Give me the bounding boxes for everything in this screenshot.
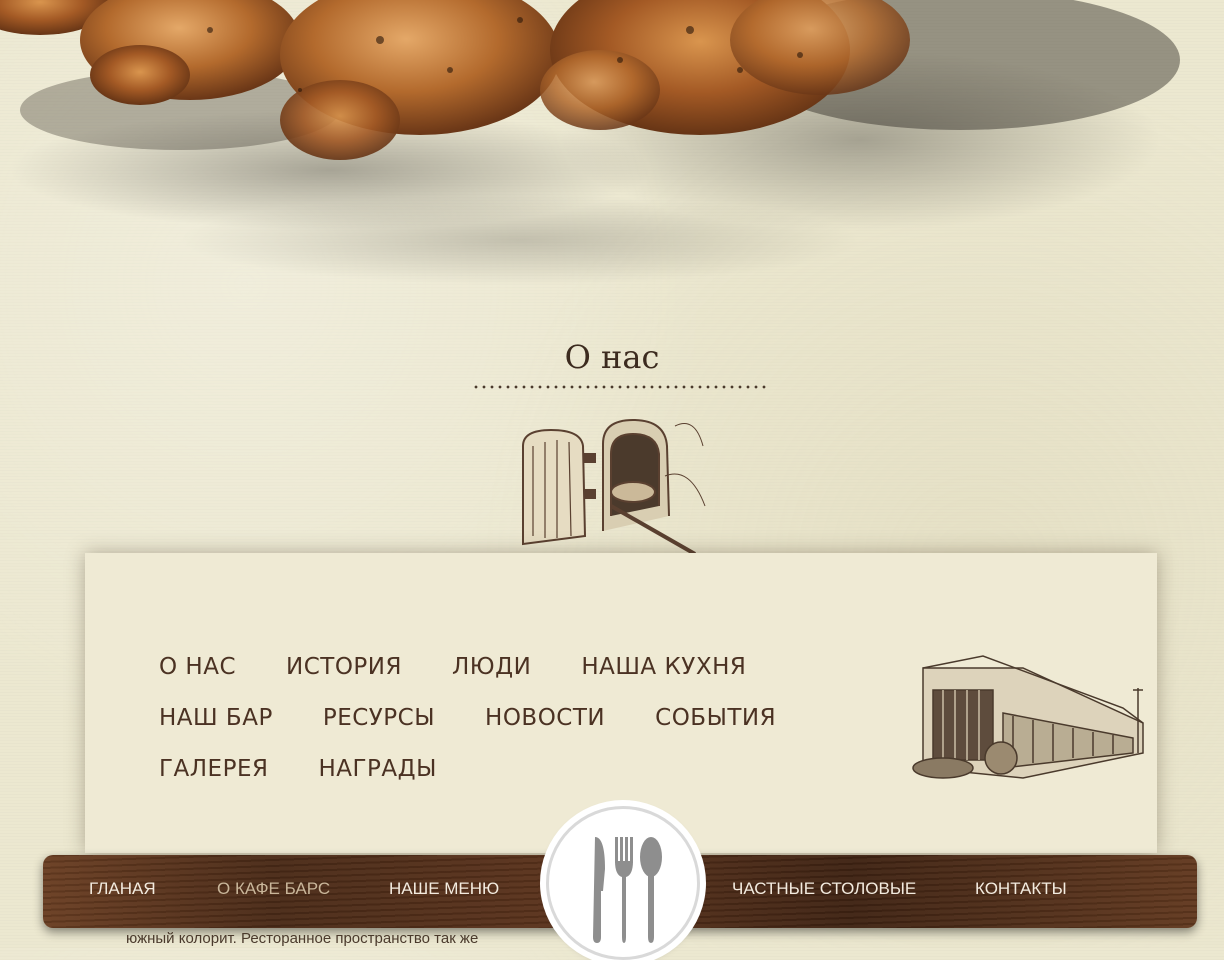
nav-item-about-cafe[interactable]: О КАФЕ БАРС: [217, 879, 330, 899]
submenu-row: ГАЛЕРЕЯ НАГРАДЫ: [159, 743, 859, 794]
submenu-link-bar[interactable]: НАШ БАР: [159, 705, 273, 731]
submenu-link-news[interactable]: НОВОСТИ: [485, 705, 605, 731]
hero-food-image: [0, 0, 1224, 330]
restaurant-building-illustration: [893, 628, 1153, 788]
submenu-row: НАШ БАР РЕСУРСЫ НОВОСТИ СОБЫТИЯ: [159, 692, 859, 743]
nav-item-menu[interactable]: НАШЕ МЕНЮ: [389, 879, 499, 899]
submenu-list: О НАС ИСТОРИЯ ЛЮДИ НАША КУХНЯ НАШ БАР РЕ…: [159, 641, 859, 794]
submenu-link-awards[interactable]: НАГРАДЫ: [318, 756, 436, 782]
submenu-link-people[interactable]: ЛЮДИ: [452, 654, 531, 680]
submenu-link-kitchen[interactable]: НАША КУХНЯ: [581, 654, 746, 680]
submenu-link-resources[interactable]: РЕСУРСЫ: [323, 705, 435, 731]
submenu-link-events[interactable]: СОБЫТИЯ: [655, 705, 776, 731]
cutlery-icon: [593, 837, 662, 943]
nav-item-home[interactable]: ГЛАНАЯ: [89, 879, 156, 899]
page-title: О нас: [564, 338, 660, 376]
title-divider: [472, 384, 768, 390]
submenu-link-gallery[interactable]: ГАЛЕРЕЯ: [159, 756, 268, 782]
oven-illustration: [515, 406, 715, 556]
intro-text-fragment: южный колорит. Ресторанное пространство …: [126, 930, 479, 947]
submenu-link-about[interactable]: О НАС: [159, 654, 236, 680]
submenu-link-history[interactable]: ИСТОРИЯ: [286, 654, 402, 680]
submenu-row: О НАС ИСТОРИЯ ЛЮДИ НАША КУХНЯ: [159, 641, 859, 692]
logo-home-link[interactable]: [546, 806, 700, 960]
nav-item-contacts[interactable]: КОНТАКТЫ: [975, 879, 1067, 899]
nav-item-private-dining[interactable]: ЧАСТНЫЕ СТОЛОВЫЕ: [732, 879, 916, 899]
